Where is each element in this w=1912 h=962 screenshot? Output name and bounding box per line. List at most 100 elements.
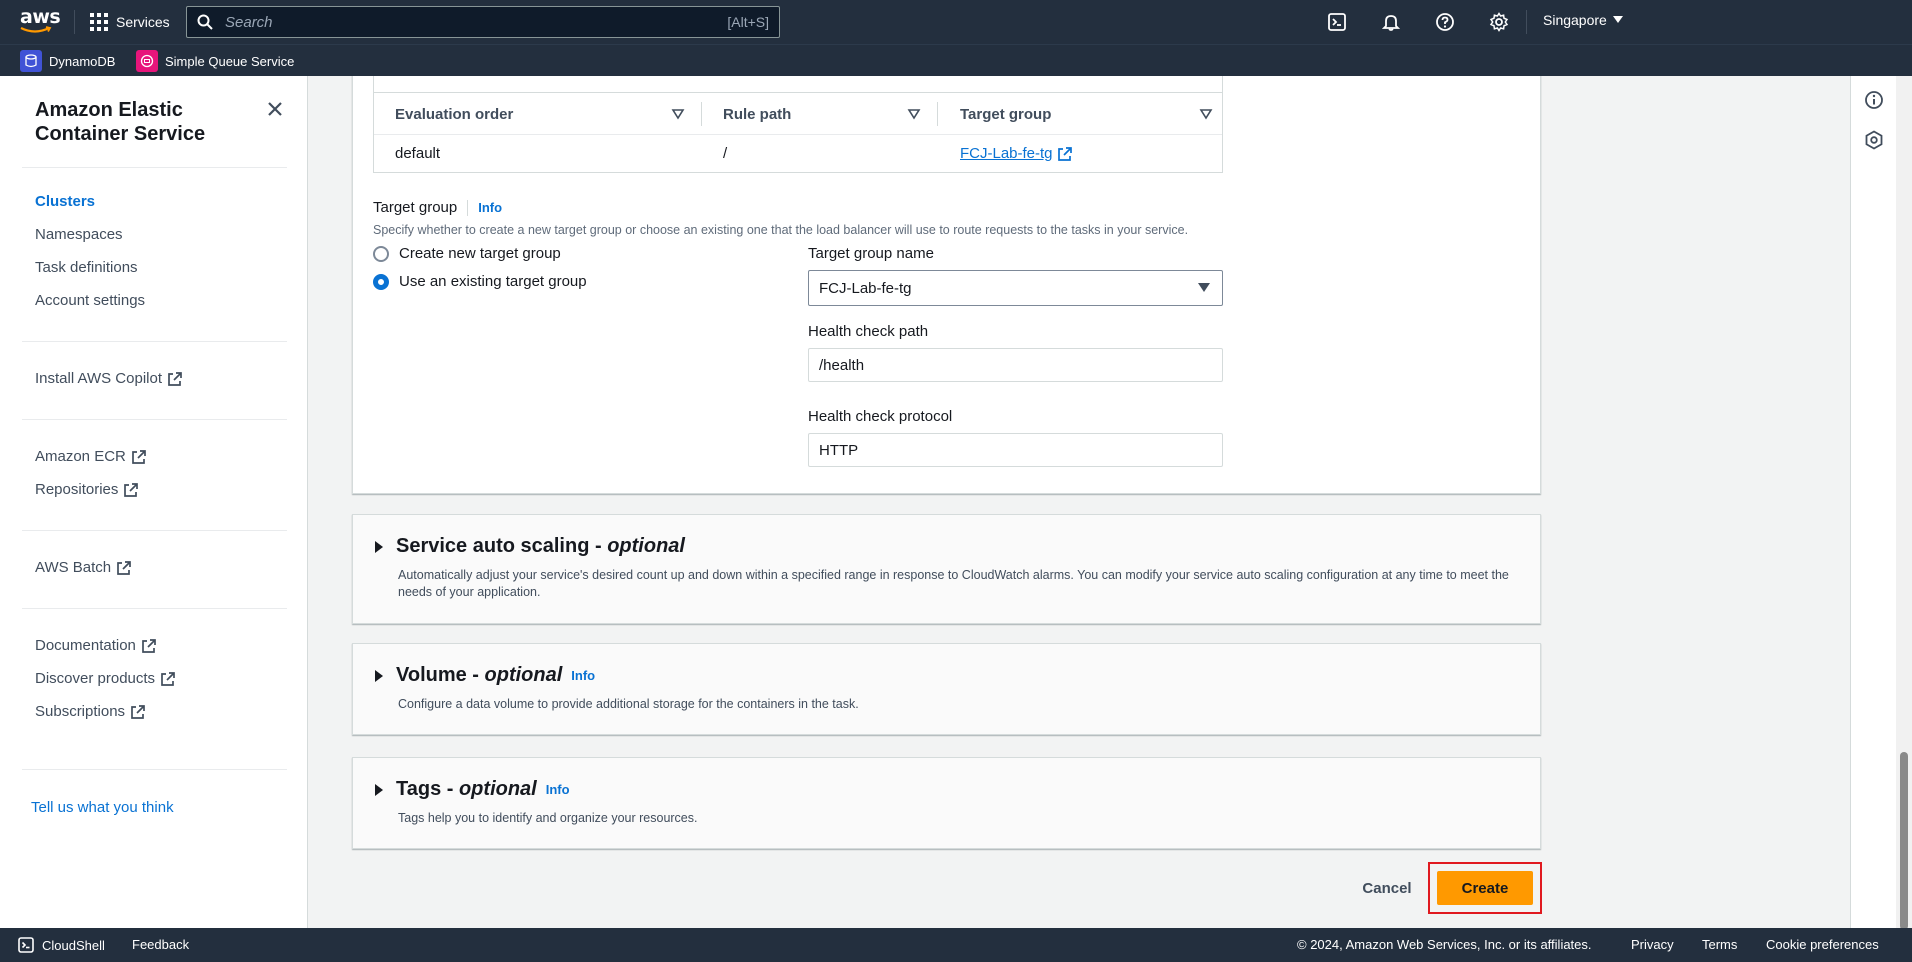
notifications-bell-icon[interactable] bbox=[1380, 11, 1402, 33]
tags-info-link[interactable]: Info bbox=[546, 782, 570, 797]
target-group-link-text: FCJ-Lab-fe-tg bbox=[960, 145, 1053, 162]
load-balancer-panel: Evaluation order Rule path Target group … bbox=[352, 76, 1541, 494]
divider bbox=[22, 769, 287, 770]
sidebar-title[interactable]: Amazon Elastic Container Service bbox=[35, 98, 235, 146]
favorite-label: Simple Queue Service bbox=[165, 53, 295, 69]
external-link-icon bbox=[131, 704, 145, 719]
sidebar-item-subscriptions[interactable]: Subscriptions bbox=[35, 703, 145, 720]
close-icon[interactable] bbox=[264, 98, 286, 120]
region-selector[interactable]: Singapore bbox=[1543, 12, 1623, 28]
target-group-heading: Target group Info bbox=[373, 199, 502, 216]
divider bbox=[22, 530, 287, 531]
favorite-sqs[interactable]: Simple Queue Service bbox=[136, 49, 294, 73]
cell-target-group-link[interactable]: FCJ-Lab-fe-tg bbox=[960, 145, 1072, 162]
section-optional-label: optional bbox=[484, 664, 563, 686]
radio-create-new-target-group[interactable]: Create new target group bbox=[373, 245, 561, 262]
dynamodb-icon bbox=[20, 50, 42, 72]
search-icon bbox=[197, 14, 213, 30]
search-input[interactable] bbox=[225, 13, 728, 31]
section-title: Tags - bbox=[396, 778, 459, 800]
divider bbox=[22, 341, 287, 342]
radio-button-selected[interactable] bbox=[373, 273, 389, 290]
sidebar-item-install-copilot[interactable]: Install AWS Copilot bbox=[35, 370, 182, 387]
sqs-icon bbox=[136, 50, 158, 72]
favorite-dynamodb[interactable]: DynamoDB bbox=[20, 49, 115, 73]
column-divider bbox=[701, 102, 702, 126]
auto-scaling-expand-toggle[interactable]: Service auto scaling - optional bbox=[375, 535, 685, 558]
radio-use-existing-target-group[interactable]: Use an existing target group bbox=[373, 273, 587, 290]
cloudshell-icon[interactable] bbox=[1326, 11, 1348, 33]
target-group-name-label: Target group name bbox=[808, 245, 934, 262]
feedback-link[interactable]: Tell us what you think bbox=[31, 799, 174, 816]
target-group-name-select[interactable]: FCJ-Lab-fe-tg bbox=[808, 270, 1223, 306]
aws-logo-text: aws bbox=[20, 6, 61, 28]
footer-feedback[interactable]: Feedback bbox=[132, 937, 189, 952]
create-button[interactable]: Create bbox=[1437, 871, 1533, 905]
section-optional-label: optional bbox=[458, 778, 537, 800]
aws-logo[interactable]: aws bbox=[20, 6, 61, 35]
radio-button[interactable] bbox=[373, 245, 389, 262]
sidebar-item-documentation[interactable]: Documentation bbox=[35, 637, 156, 654]
target-group-label: Target group bbox=[373, 199, 458, 216]
sidebar-item-namespaces[interactable]: Namespaces bbox=[35, 226, 123, 243]
sidebar-item-repositories[interactable]: Repositories bbox=[35, 481, 139, 498]
section-title: Volume - bbox=[396, 664, 485, 686]
footer-privacy-link[interactable]: Privacy bbox=[1631, 937, 1674, 952]
tags-expand-toggle[interactable]: Tags - optional Info bbox=[375, 778, 570, 801]
section-title: Service auto scaling - bbox=[396, 535, 608, 557]
footer-terms-link[interactable]: Terms bbox=[1702, 937, 1737, 952]
radio-label: Create new target group bbox=[399, 245, 561, 262]
help-icon[interactable] bbox=[1434, 11, 1456, 33]
search-shortcut: [Alt+S] bbox=[727, 14, 769, 30]
scrollbar-thumb[interactable] bbox=[1900, 752, 1908, 930]
sidebar-item-task-definitions[interactable]: Task definitions bbox=[35, 259, 138, 276]
external-link-icon bbox=[168, 371, 182, 386]
top-navigation: aws Services [Alt+S] Singapore bbox=[0, 0, 1912, 44]
column-header-evaluation-order: Evaluation order bbox=[395, 105, 514, 123]
sidebar-item-label: Documentation bbox=[35, 637, 136, 654]
divider bbox=[22, 419, 287, 420]
sidebar-item-account-settings[interactable]: Account settings bbox=[35, 292, 145, 309]
region-label: Singapore bbox=[1543, 12, 1607, 28]
search-box[interactable]: [Alt+S] bbox=[186, 6, 780, 38]
volume-info-link[interactable]: Info bbox=[571, 668, 595, 683]
cancel-button[interactable]: Cancel bbox=[1350, 873, 1424, 903]
divider bbox=[22, 167, 287, 168]
select-value: FCJ-Lab-fe-tg bbox=[819, 279, 912, 297]
info-icon[interactable] bbox=[1864, 90, 1884, 110]
sidebar-item-discover-products[interactable]: Discover products bbox=[35, 670, 175, 687]
sort-icon[interactable] bbox=[907, 107, 921, 121]
target-group-info-link[interactable]: Info bbox=[478, 200, 502, 215]
caret-down-icon bbox=[1198, 283, 1210, 292]
sidebar-item-amazon-ecr[interactable]: Amazon ECR bbox=[35, 448, 146, 465]
health-check-protocol-label: Health check protocol bbox=[808, 408, 953, 425]
services-label: Services bbox=[116, 14, 170, 30]
sidebar-item-label: Subscriptions bbox=[35, 703, 126, 720]
sidebar-item-label: Amazon ECR bbox=[35, 448, 126, 465]
volume-section: Volume - optional Info Configure a data … bbox=[352, 643, 1541, 735]
external-link-icon bbox=[142, 638, 156, 653]
create-button-highlight: Create bbox=[1428, 862, 1542, 914]
service-auto-scaling-section: Service auto scaling - optional Automati… bbox=[352, 514, 1541, 624]
cell-evaluation-order: default bbox=[395, 145, 441, 162]
services-menu-button[interactable]: Services bbox=[90, 10, 170, 34]
table-header-spacer bbox=[374, 76, 1222, 93]
health-check-path-input[interactable]: /health bbox=[808, 348, 1223, 382]
health-check-protocol-input[interactable]: HTTP bbox=[808, 433, 1223, 467]
sidebar-item-label: Discover products bbox=[35, 670, 156, 687]
page-scrollbar[interactable] bbox=[1896, 76, 1912, 930]
sidebar-item-clusters[interactable]: Clusters bbox=[35, 193, 95, 210]
hexagon-settings-icon[interactable] bbox=[1864, 130, 1884, 150]
section-description: Automatically adjust your service's desi… bbox=[398, 568, 1509, 599]
sort-icon[interactable] bbox=[1199, 107, 1213, 121]
sidebar-item-aws-batch[interactable]: AWS Batch bbox=[35, 559, 131, 576]
column-header-target-group: Target group bbox=[960, 105, 1052, 123]
sort-icon[interactable] bbox=[671, 107, 685, 121]
footer-cloudshell[interactable]: CloudShell bbox=[18, 937, 105, 953]
caret-right-icon bbox=[375, 540, 383, 553]
volume-expand-toggle[interactable]: Volume - optional Info bbox=[375, 664, 595, 687]
divider bbox=[467, 199, 469, 216]
settings-gear-icon[interactable] bbox=[1488, 11, 1510, 33]
sidebar-item-label: Repositories bbox=[35, 481, 119, 498]
footer-cookie-preferences-link[interactable]: Cookie preferences bbox=[1766, 937, 1879, 952]
